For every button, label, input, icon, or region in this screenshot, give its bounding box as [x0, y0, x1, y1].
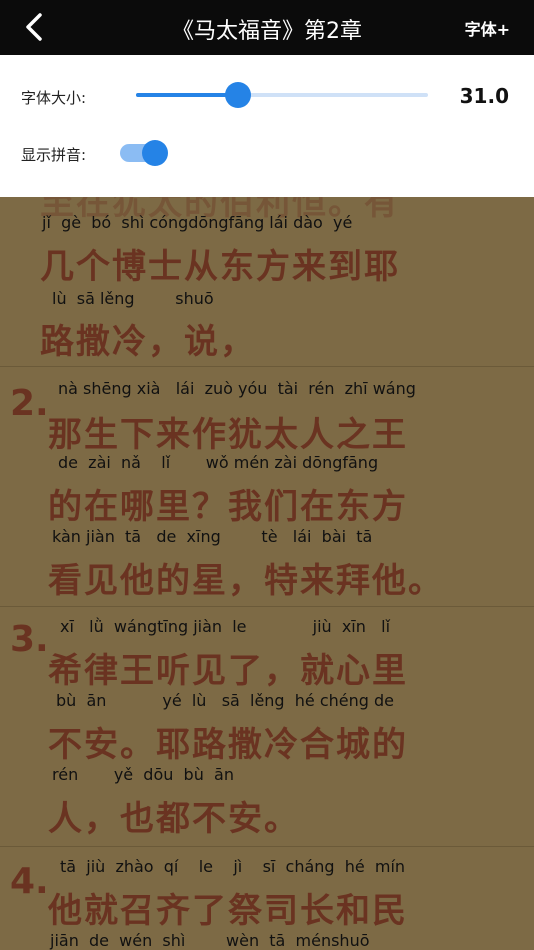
slider-fill — [136, 93, 239, 97]
pinyin-line: bù ān yé lù sā lěng hé chéng de — [56, 691, 394, 710]
slider-thumb[interactable] — [225, 82, 252, 108]
font-increase-button[interactable]: 字体+ — [465, 16, 510, 40]
pinyin-toggle[interactable] — [120, 140, 170, 166]
pinyin-line: lù sā lěng shuō — [52, 289, 214, 308]
verse-number: 2. — [10, 383, 49, 424]
chevron-left-icon — [26, 13, 42, 41]
toggle-knob — [142, 140, 168, 166]
verse-divider — [0, 366, 534, 367]
pinyin-line: jiān de wén shì wèn tā ménshuō — [50, 931, 370, 950]
verse-line: 不安。耶路撒冷合城的 — [48, 725, 408, 765]
verse-number: 3. — [10, 619, 49, 660]
scripture-content: 至在犹太的伯利恒。有 jǐ gè bó shì cóngdōngfāng lái… — [0, 197, 534, 950]
pinyin-line: nà shēng xià lái zuò yóu tài rén zhī wán… — [58, 379, 416, 398]
font-size-value: 31.0 — [459, 84, 509, 108]
page-title: 《马太福音》第2章 — [172, 19, 362, 44]
verse-divider — [0, 606, 534, 607]
verse-line: 路撒冷，说， — [40, 322, 256, 362]
verse-divider — [0, 846, 534, 847]
verse-line: 那生下来作犹太人之王 — [48, 415, 408, 455]
font-size-label: 字体大小: — [21, 89, 87, 107]
font-size-slider[interactable] — [136, 93, 428, 97]
verse-line: 他就召齐了祭司长和民 — [48, 891, 408, 931]
verse-line: 几个博士从东方来到耶 — [40, 247, 400, 287]
verse-line: 的在哪里？我们在东方 — [48, 487, 408, 527]
pinyin-line: de zài nǎ lǐ wǒ mén zài dōngfāng — [58, 453, 379, 472]
verse-number: 4. — [10, 861, 49, 902]
reading-settings-panel: 字体大小: 31.0 显示拼音: — [0, 55, 534, 197]
pinyin-line: xī lǜ wángtīng jiàn le jiù xīn lǐ — [60, 617, 391, 636]
verse-line: 希律王听见了，就心里 — [48, 651, 408, 691]
verse-line: 看见他的星，特来拜他。 — [48, 561, 444, 601]
top-app-bar: 《马太福音》第2章 字体+ — [0, 0, 534, 55]
pinyin-label: 显示拼音: — [21, 146, 87, 164]
pinyin-line: tā jiù zhào qí le jì sī cháng hé mín — [60, 857, 406, 876]
back-button[interactable] — [14, 8, 54, 46]
verse-line: 人，也都不安。 — [48, 799, 300, 839]
pinyin-line: rén yě dōu bù ān — [52, 765, 234, 784]
pinyin-line: jǐ gè bó shì cóngdōngfāng lái dào yé — [42, 213, 353, 232]
pinyin-line: kàn jiàn tā de xīng tè lái bài tā — [52, 527, 373, 546]
